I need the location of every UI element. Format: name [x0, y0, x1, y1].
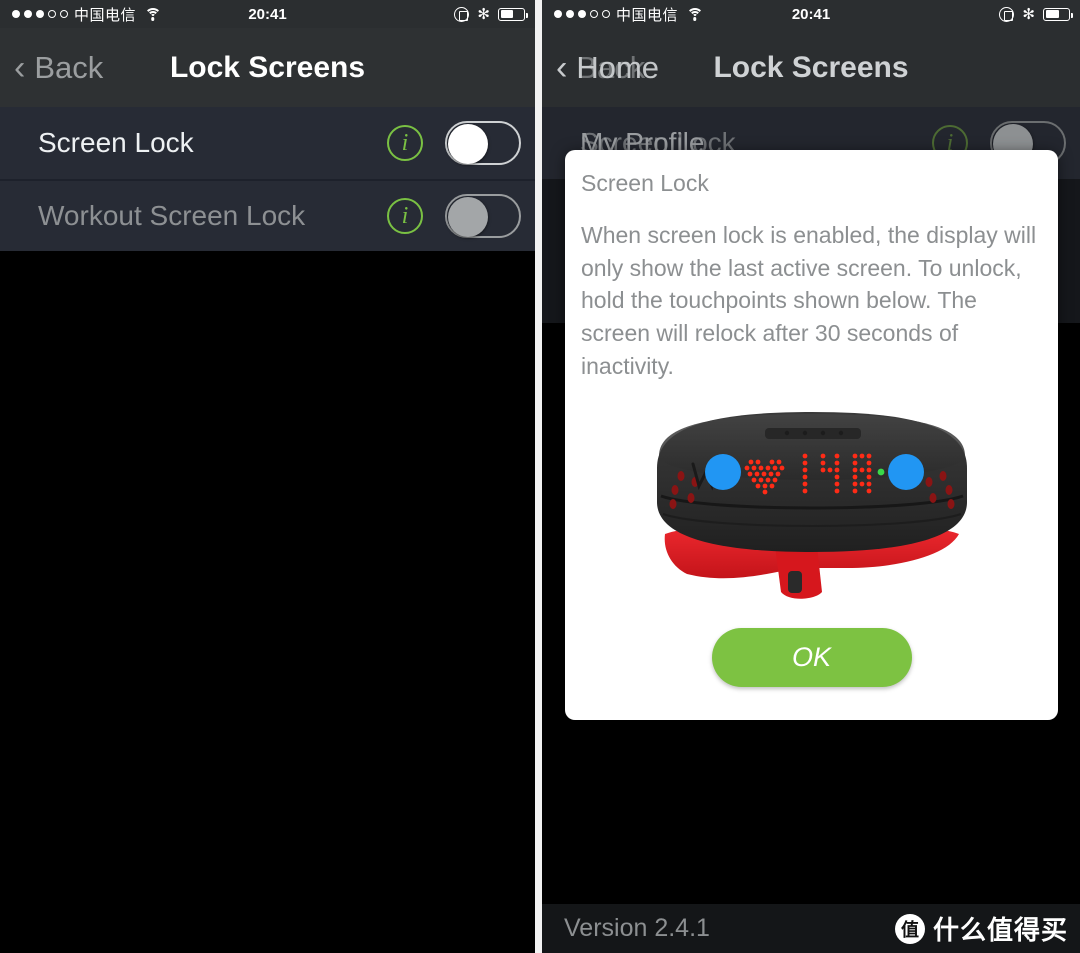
touchpoint-right: [887, 454, 924, 491]
workout-screen-lock-toggle[interactable]: [445, 194, 521, 238]
band-clasp-pin: [787, 571, 802, 594]
ok-button[interactable]: OK: [711, 628, 912, 688]
watermark-badge-icon: 值: [894, 913, 925, 944]
list-item-label: Workout Screen Lock: [38, 200, 306, 231]
list-item-workout-screen-lock[interactable]: Workout Screen Lock i: [0, 179, 535, 251]
list-item-controls: i: [387, 121, 521, 165]
screen-lock-toggle[interactable]: [445, 121, 521, 165]
battery-icon: [1043, 7, 1073, 21]
dialog-actions: OK: [581, 628, 1042, 688]
watermark-text: 什么值得买: [932, 915, 1068, 945]
dialog-title: Screen Lock: [581, 170, 709, 196]
incoming-back-button-label: Home: [576, 49, 660, 85]
toggle-knob: [448, 197, 488, 237]
chevron-left-icon: ‹: [14, 48, 26, 87]
version-label: Version 2.4.1: [564, 914, 710, 942]
list-item-screen-lock[interactable]: Screen Lock i: [0, 107, 535, 179]
status-bar-left: 中国电信 20:41 ✻: [0, 0, 535, 28]
panel-divider: [535, 0, 542, 953]
screen-lock-info-dialog: Screen Lock When screen lock is enabled,…: [565, 150, 1058, 720]
info-icon[interactable]: i: [387, 198, 423, 234]
dialog-body: When screen lock is enabled, the display…: [581, 222, 1037, 379]
settings-list-left: Screen Lock i Workout Screen Lock i: [0, 107, 535, 251]
touchpoint-left: [704, 454, 741, 491]
bottom-bar: Version 2.4.1 值 什么值得买: [542, 901, 1080, 953]
info-icon[interactable]: i: [387, 125, 423, 161]
rotation-lock-icon: [454, 6, 470, 22]
status-bar-right: 中国电信 20:41 ✻: [542, 0, 1080, 28]
toggle-knob: [448, 124, 488, 164]
fitness-band-illustration: [581, 406, 1042, 614]
nav-bar-left: ‹ Back Lock Screens: [0, 28, 535, 107]
status-led: [877, 468, 884, 476]
incoming-back-button[interactable]: ‹ Home: [556, 50, 659, 86]
band-top-ridge: [764, 428, 861, 440]
watermark: 值 什么值得买: [894, 910, 1068, 947]
rotation-lock-icon: [999, 6, 1015, 22]
right-phone-screen: 中国电信 20:41 ✻ ‹ Back ‹ Home Lock Screens: [542, 0, 1080, 953]
empty-area-left: [0, 253, 535, 953]
nav-bar-right: ‹ Back ‹ Home Lock Screens: [542, 28, 1080, 107]
screenshot-root: 中国电信 20:41 ✻ ‹ Back Lock Screens Screen …: [0, 0, 1080, 953]
back-button-label: Back: [34, 49, 104, 85]
list-item-label: Screen Lock: [38, 127, 194, 158]
back-button[interactable]: ‹ Back: [0, 50, 103, 86]
chevron-left-icon: ‹: [556, 48, 568, 87]
battery-icon: [498, 7, 528, 21]
band-svg: [656, 412, 967, 600]
left-phone-screen: 中国电信 20:41 ✻ ‹ Back Lock Screens Screen …: [0, 0, 535, 953]
list-item-controls: i: [387, 194, 521, 238]
